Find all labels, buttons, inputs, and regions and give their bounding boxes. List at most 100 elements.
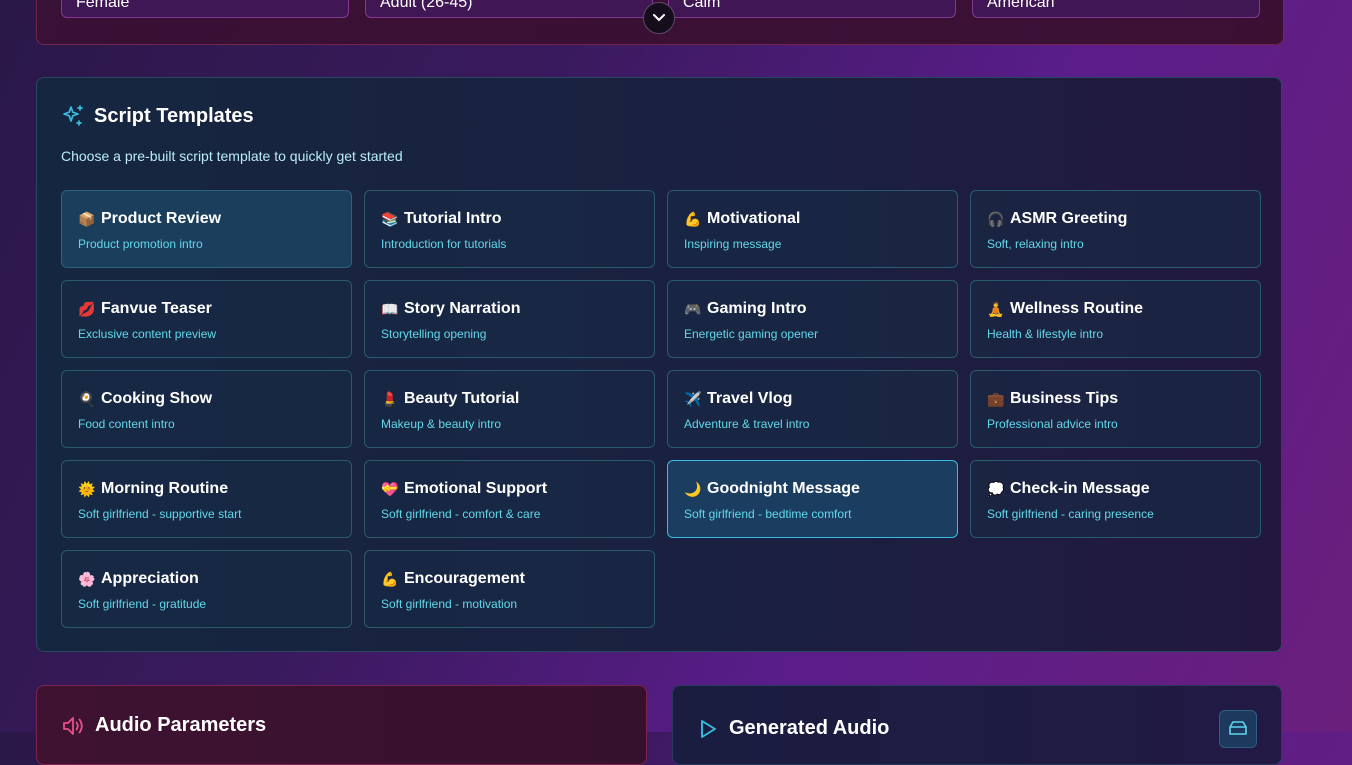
crescent-moon-icon: 🌙 bbox=[684, 480, 702, 497]
chevron-down-icon: ▼ bbox=[627, 0, 638, 9]
template-subtitle: Exclusive content preview bbox=[78, 327, 217, 341]
template-subtitle: Soft girlfriend - gratitude bbox=[78, 597, 207, 611]
template-card-travel-vlog[interactable]: ✈️ Travel Vlog Adventure & travel intro bbox=[667, 370, 958, 448]
template-title: Gaming Intro bbox=[707, 300, 807, 317]
template-card-encouragement[interactable]: 💪 Encouragement Soft girlfriend - motivat… bbox=[364, 550, 655, 628]
cherry-blossom-icon: 🌸 bbox=[78, 570, 96, 587]
template-card-fanvue-teaser[interactable]: 💋 Fanvue Teaser Exclusive content preview bbox=[61, 280, 352, 358]
template-card-motivational[interactable]: 💪 Motivational Inspiring message bbox=[667, 190, 958, 268]
template-subtitle: Soft, relaxing intro bbox=[987, 237, 1084, 251]
package-icon: 📦 bbox=[78, 210, 96, 227]
template-card-goodnight-message[interactable]: 🌙 Goodnight Message Soft girlfriend - bed… bbox=[667, 460, 958, 538]
script-templates-title: Script Templates bbox=[94, 104, 254, 127]
template-title: Tutorial Intro bbox=[404, 210, 502, 227]
chevron-down-icon: ▼ bbox=[1234, 0, 1245, 9]
template-subtitle: Adventure & travel intro bbox=[684, 417, 810, 431]
template-title: Cooking Show bbox=[101, 390, 213, 407]
thought-bubble-icon: 💭 bbox=[987, 480, 1005, 497]
template-title: Emotional Support bbox=[404, 480, 548, 497]
template-subtitle: Product promotion intro bbox=[78, 237, 203, 251]
chevron-down-icon: ▼ bbox=[323, 0, 334, 9]
lipstick-icon: 💄 bbox=[381, 390, 399, 407]
age-select[interactable]: Adult (26-45) ▼ bbox=[365, 0, 653, 18]
template-subtitle: Soft girlfriend - comfort & care bbox=[381, 507, 541, 521]
storage-button[interactable] bbox=[1219, 710, 1257, 748]
gender-select-value: Female bbox=[76, 0, 130, 11]
template-subtitle: Health & lifestyle intro bbox=[987, 327, 1104, 341]
age-select-value: Adult (26-45) bbox=[380, 0, 473, 11]
template-card-check-in-message[interactable]: 💭 Check-in Message Soft girlfriend - cari… bbox=[970, 460, 1261, 538]
flexed-biceps-icon: 💪 bbox=[684, 210, 702, 227]
script-templates-description: Choose a pre-built script template to qu… bbox=[61, 148, 403, 164]
template-subtitle: Soft girlfriend - caring presence bbox=[987, 507, 1154, 521]
template-subtitle: Storytelling opening bbox=[381, 327, 487, 341]
gender-select[interactable]: Female ▼ bbox=[61, 0, 349, 18]
template-subtitle: Soft girlfriend - bedtime comfort bbox=[684, 507, 852, 521]
tone-select-value: Calm bbox=[683, 0, 721, 11]
template-title: Wellness Routine bbox=[1010, 300, 1144, 317]
template-card-asmr-greeting[interactable]: 🎧 ASMR Greeting Soft, relaxing intro bbox=[970, 190, 1261, 268]
accent-select[interactable]: American ▼ bbox=[972, 0, 1260, 18]
chevron-down-icon: ▼ bbox=[930, 0, 941, 9]
game-controller-icon: 🎮 bbox=[684, 300, 702, 317]
storage-icon bbox=[1229, 721, 1247, 735]
speaker-icon bbox=[63, 716, 83, 735]
template-title: ASMR Greeting bbox=[1010, 210, 1128, 227]
template-title: Product Review bbox=[101, 210, 222, 227]
audio-parameters-title: Audio Parameters bbox=[95, 714, 267, 736]
template-card-wellness-routine[interactable]: 🧘 Wellness Routine Health & lifestyle int… bbox=[970, 280, 1261, 358]
audio-parameters-header: Audio Parameters bbox=[61, 714, 266, 737]
template-card-tutorial-intro[interactable]: 📚 Tutorial Intro Introduction for tutoria… bbox=[364, 190, 655, 268]
play-icon bbox=[701, 719, 716, 738]
template-subtitle: Energetic gaming opener bbox=[684, 327, 819, 341]
heart-ribbon-icon: 💝 bbox=[381, 480, 399, 497]
sun-icon: 🌞 bbox=[78, 480, 96, 497]
template-title: Morning Routine bbox=[101, 480, 229, 497]
template-title: Business Tips bbox=[1010, 390, 1119, 407]
chevron-down-icon bbox=[653, 14, 665, 22]
template-title: Goodnight Message bbox=[707, 480, 860, 497]
template-subtitle: Inspiring message bbox=[684, 237, 782, 251]
collapse-button[interactable] bbox=[643, 2, 675, 34]
kiss-mark-icon: 💋 bbox=[78, 300, 96, 317]
script-templates-header: Script Templates bbox=[61, 104, 254, 128]
template-card-appreciation[interactable]: 🌸 Appreciation Soft girlfriend - gratitud… bbox=[61, 550, 352, 628]
briefcase-icon: 💼 bbox=[987, 390, 1005, 407]
template-subtitle: Food content intro bbox=[78, 417, 175, 431]
template-card-beauty-tutorial[interactable]: 💄 Beauty Tutorial Makeup & beauty intro bbox=[364, 370, 655, 448]
generated-audio-panel: Generated Audio bbox=[672, 685, 1282, 765]
script-templates-panel: Script Templates Choose a pre-built scri… bbox=[36, 77, 1282, 652]
sparkles-icon bbox=[63, 105, 83, 126]
template-title: Beauty Tutorial bbox=[404, 390, 520, 407]
headphones-icon: 🎧 bbox=[987, 210, 1005, 227]
template-title: Story Narration bbox=[404, 300, 521, 317]
template-card-emotional-support[interactable]: 💝 Emotional Support Soft girlfriend - com… bbox=[364, 460, 655, 538]
template-grid: 📦 Product Review Product promotion intro … bbox=[61, 190, 1261, 628]
airplane-icon: ✈️ bbox=[684, 390, 702, 407]
open-book-icon: 📖 bbox=[381, 300, 399, 317]
accent-select-value: American bbox=[987, 0, 1055, 11]
meditation-icon: 🧘 bbox=[987, 300, 1005, 317]
template-subtitle: Professional advice intro bbox=[987, 417, 1118, 431]
template-title: Appreciation bbox=[101, 570, 199, 587]
template-subtitle: Soft girlfriend - supportive start bbox=[78, 507, 242, 521]
flexed-biceps-icon: 💪 bbox=[381, 570, 399, 587]
template-card-story-narration[interactable]: 📖 Story Narration Storytelling opening bbox=[364, 280, 655, 358]
generated-audio-header: Generated Audio bbox=[697, 717, 889, 740]
template-title: Fanvue Teaser bbox=[101, 300, 212, 317]
template-title: Encouragement bbox=[404, 570, 525, 587]
template-card-gaming-intro[interactable]: 🎮 Gaming Intro Energetic gaming opener bbox=[667, 280, 958, 358]
audio-parameters-panel: Audio Parameters bbox=[36, 685, 647, 765]
template-title: Travel Vlog bbox=[707, 390, 793, 407]
template-card-business-tips[interactable]: 💼 Business Tips Professional advice intro bbox=[970, 370, 1261, 448]
template-card-morning-routine[interactable]: 🌞 Morning Routine Soft girlfriend - suppo… bbox=[61, 460, 352, 538]
tone-select[interactable]: Calm ▼ bbox=[668, 0, 956, 18]
template-card-cooking-show[interactable]: 🍳 Cooking Show Food content intro bbox=[61, 370, 352, 448]
template-title: Check-in Message bbox=[1010, 480, 1150, 497]
books-icon: 📚 bbox=[381, 210, 399, 227]
template-subtitle: Introduction for tutorials bbox=[381, 237, 507, 251]
template-title: Motivational bbox=[707, 210, 801, 227]
generated-audio-title: Generated Audio bbox=[729, 717, 890, 739]
frying-pan-icon: 🍳 bbox=[78, 390, 96, 407]
template-card-product-review[interactable]: 📦 Product Review Product promotion intro bbox=[61, 190, 352, 268]
